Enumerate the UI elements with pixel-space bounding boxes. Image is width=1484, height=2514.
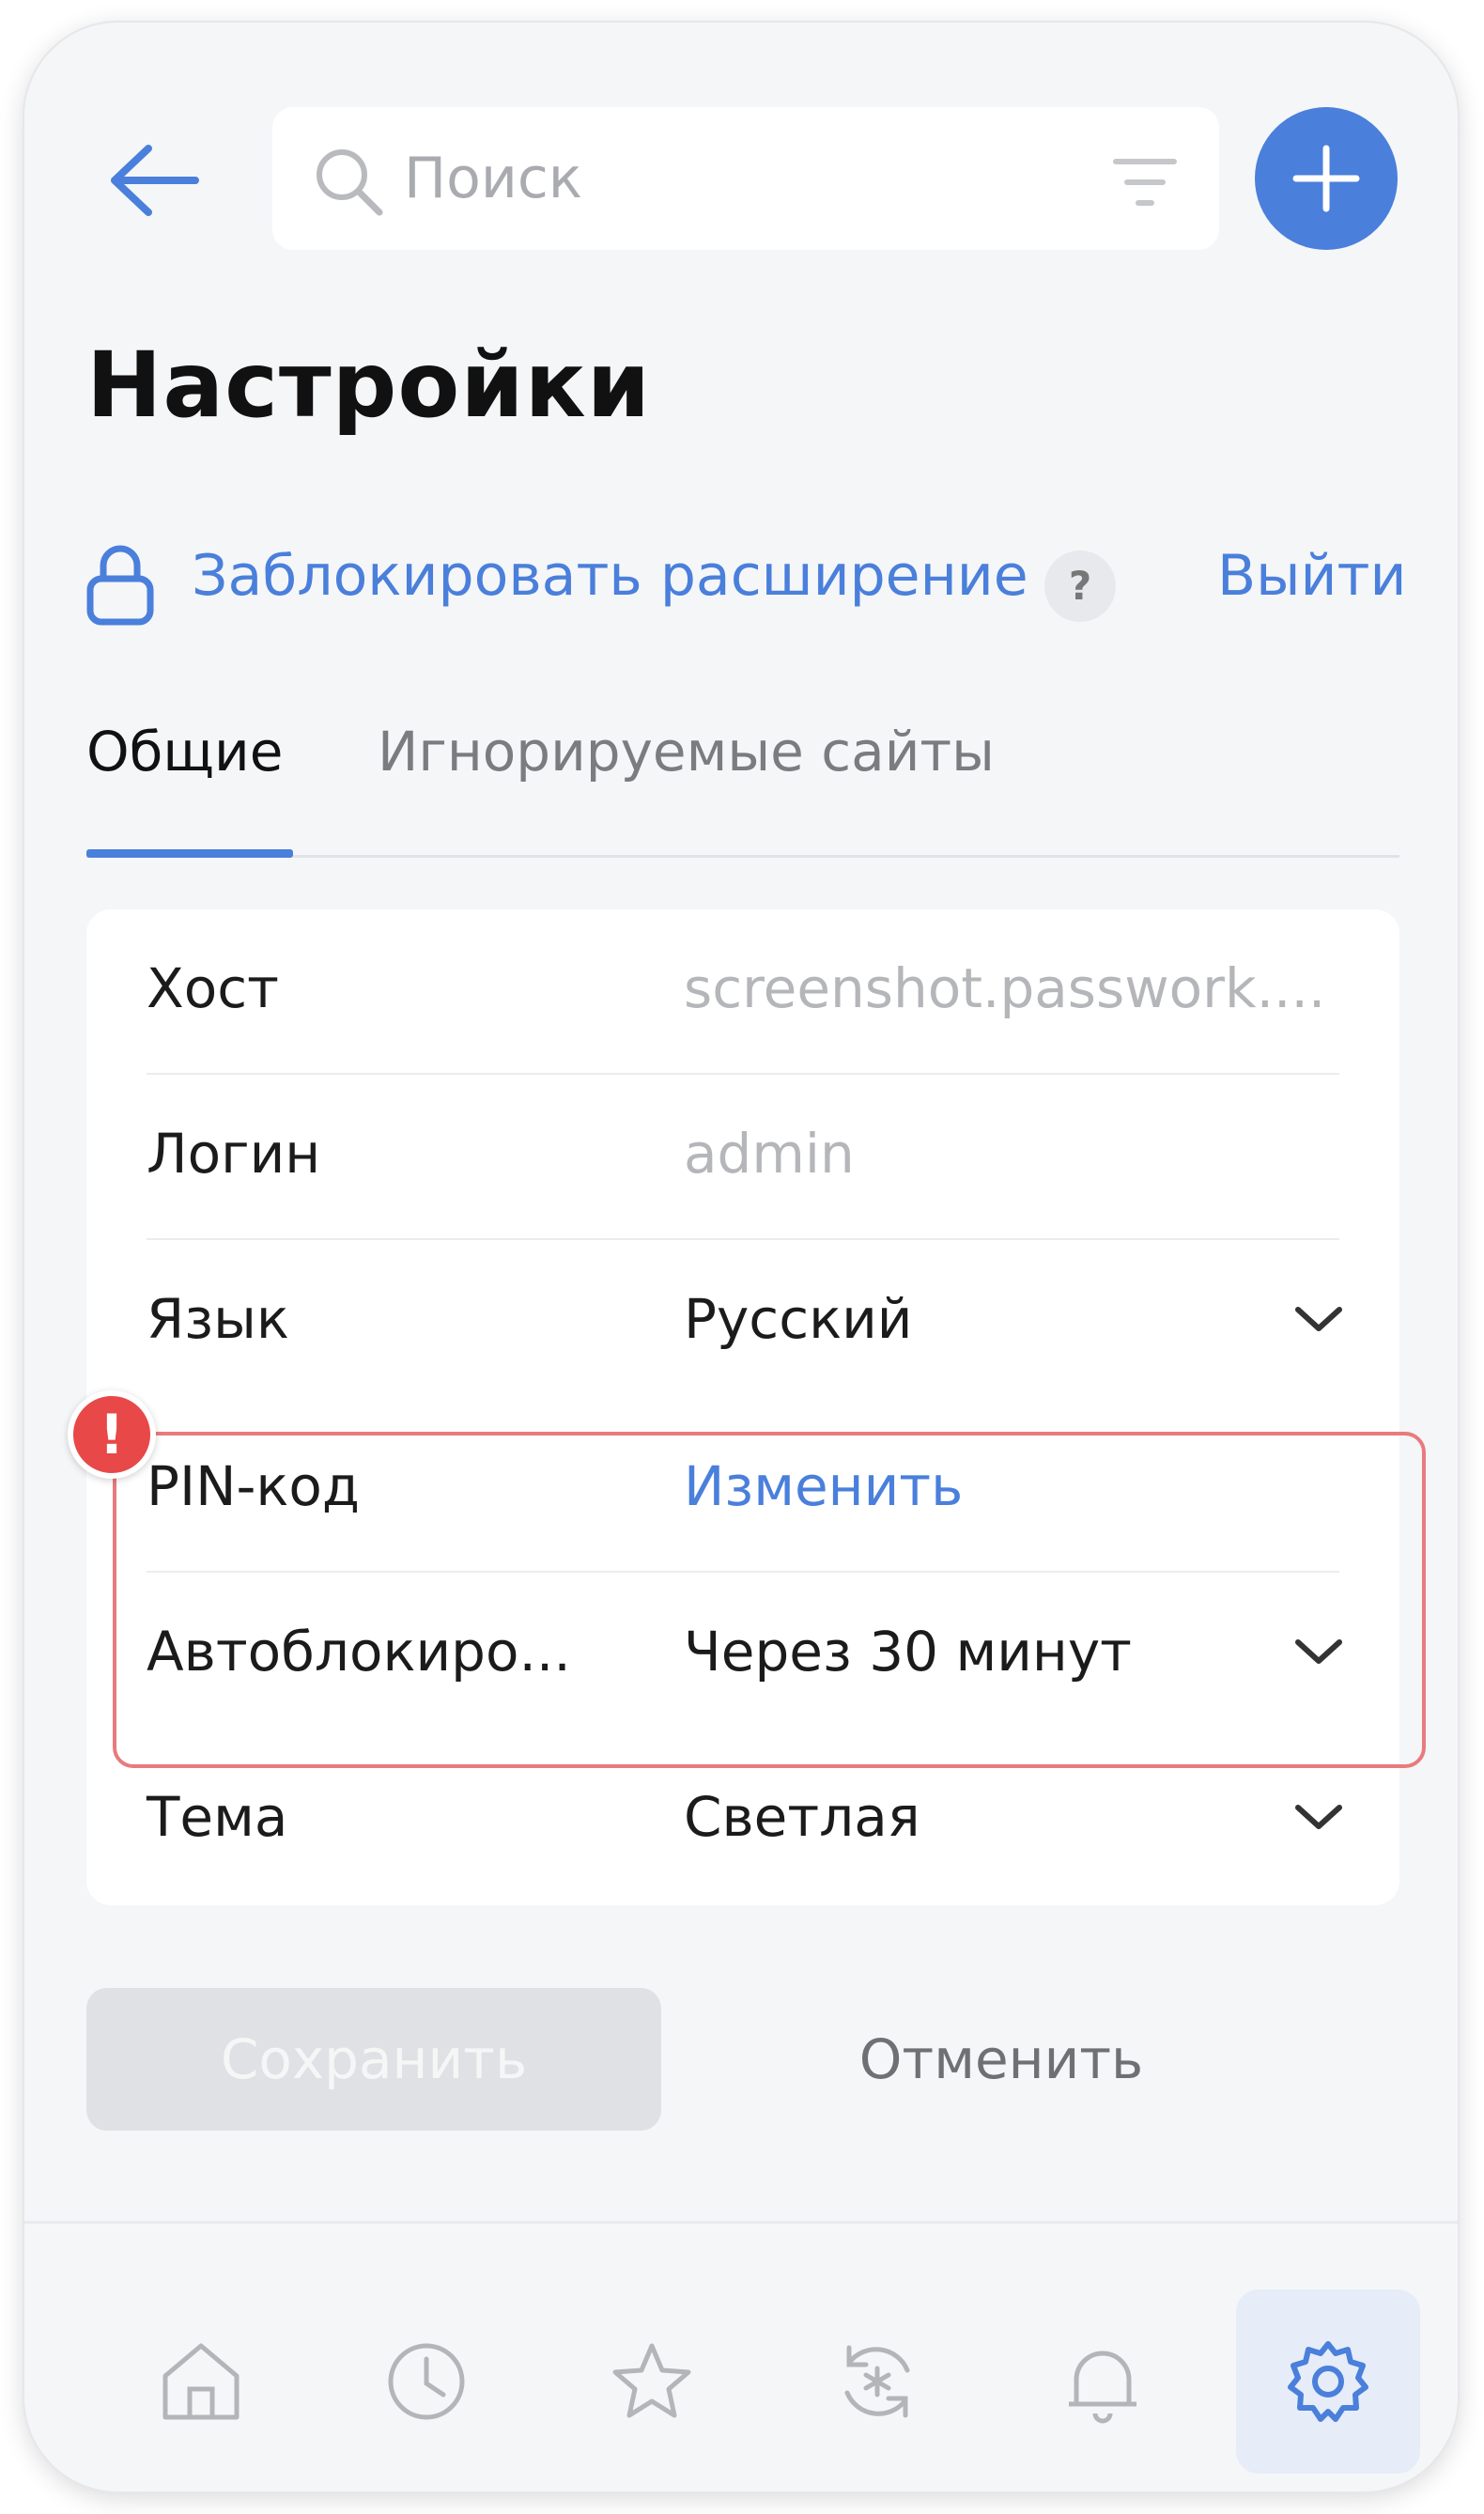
active-tab-indicator [86, 849, 293, 858]
star-icon [612, 2343, 691, 2418]
search-box [272, 107, 1219, 250]
warning-icon: ! [68, 1390, 156, 1479]
clock-icon [388, 2343, 465, 2420]
theme-label: Тема [147, 1785, 288, 1849]
settings-card: Хост screenshot.passwork.... Логин admin… [86, 909, 1399, 1905]
lock-extension-label: Заблокировать расширение [192, 543, 1028, 609]
plus-icon [1292, 145, 1360, 212]
tab-ignored-sites[interactable]: Игнорируемые сайты [378, 720, 995, 784]
nav-notifications[interactable] [1011, 2289, 1195, 2474]
back-button[interactable] [101, 133, 214, 227]
chevron-down-icon[interactable] [1292, 1302, 1345, 1336]
setting-row-autolock: Автоблокиро... Через 30 минут [86, 1573, 1399, 1738]
help-icon[interactable]: ? [1044, 551, 1116, 622]
nav-recent[interactable] [334, 2289, 518, 2474]
setting-row-login: Логин admin [86, 1075, 1399, 1240]
home-icon [162, 2343, 240, 2420]
chevron-down-icon[interactable] [1292, 1635, 1345, 1668]
search-icon [317, 149, 383, 216]
page-title: Настройки [86, 333, 652, 438]
extension-window: Настройки Заблокировать расширение ? Вый… [24, 23, 1458, 2491]
autolock-label: Автоблокиро... [147, 1620, 571, 1684]
nav-favorites[interactable] [560, 2289, 744, 2474]
autolock-value: Через 30 минут [684, 1620, 1132, 1684]
search-input[interactable] [404, 133, 1061, 224]
pin-label: PIN-код [147, 1454, 361, 1518]
setting-row-pin: PIN-код Изменить [86, 1407, 1399, 1573]
settings-tabs: Общие Игнорируемые сайты [86, 708, 1399, 859]
nav-home[interactable] [109, 2289, 293, 2474]
host-label: Хост [147, 956, 279, 1020]
theme-value: Светлая [684, 1785, 920, 1849]
save-button[interactable]: Сохранить [86, 1988, 661, 2131]
filter-icon[interactable] [1112, 154, 1178, 210]
gear-icon [1288, 2341, 1368, 2422]
tab-general[interactable]: Общие [86, 720, 283, 784]
setting-row-theme: Тема Светлая [86, 1738, 1399, 1903]
logout-link[interactable]: Выйти [1217, 543, 1406, 609]
password-generator-icon [844, 2345, 910, 2418]
bell-icon [1069, 2351, 1136, 2424]
arrow-left-icon [111, 145, 199, 216]
lock-extension-button[interactable]: Заблокировать расширение [86, 530, 1082, 633]
cancel-button[interactable]: Отменить [738, 1988, 1264, 2131]
nav-password-generator[interactable] [785, 2289, 969, 2474]
change-pin-link[interactable]: Изменить [684, 1454, 963, 1518]
setting-row-language: Язык Русский [86, 1240, 1399, 1405]
nav-settings[interactable] [1236, 2289, 1420, 2474]
language-value: Русский [684, 1287, 913, 1351]
chevron-down-icon[interactable] [1292, 1800, 1345, 1834]
login-label: Логин [147, 1122, 321, 1186]
lock-icon [86, 545, 154, 626]
host-value: screenshot.passwork.... [684, 956, 1326, 1020]
login-value: admin [684, 1122, 855, 1186]
bottom-navigation [24, 2221, 1458, 2491]
add-button[interactable] [1255, 107, 1398, 250]
setting-row-host: Хост screenshot.passwork.... [86, 909, 1399, 1075]
language-label: Язык [147, 1287, 289, 1351]
